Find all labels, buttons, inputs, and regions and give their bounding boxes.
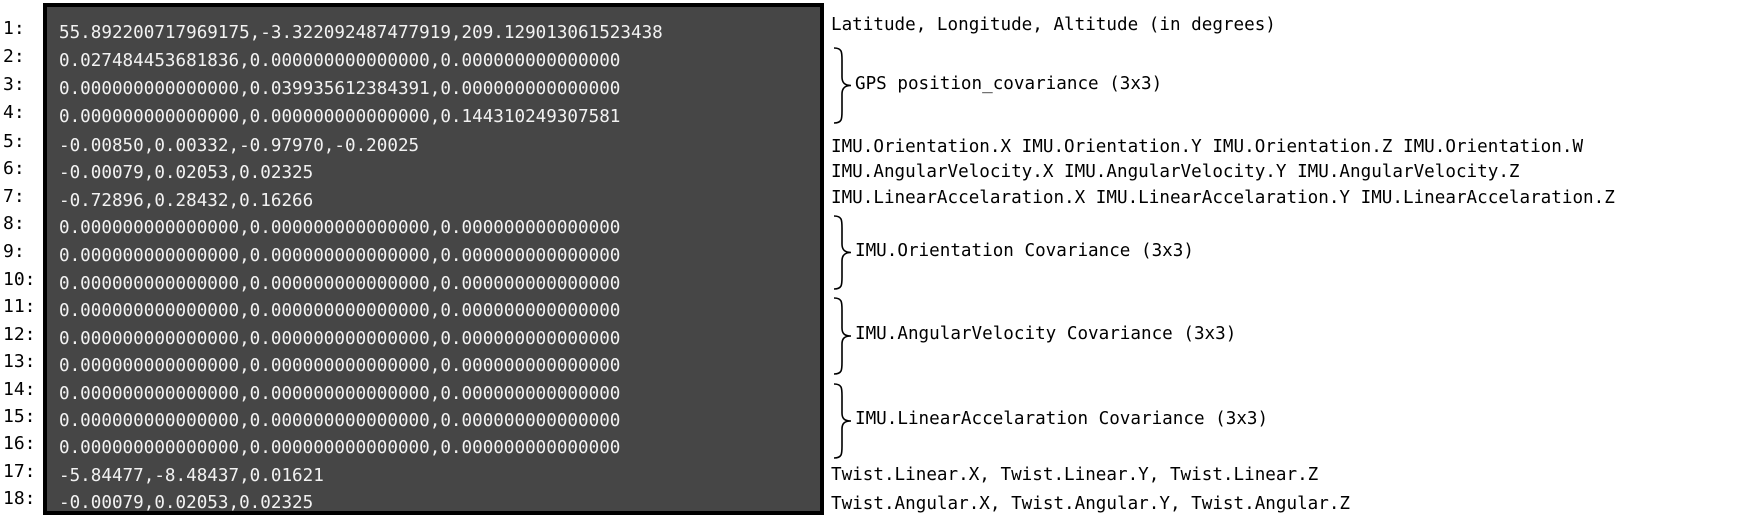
line-number: 1: — [3, 18, 25, 39]
orientation-covariance-brace-icon — [832, 214, 854, 291]
line-number: 3: — [3, 74, 25, 95]
line-number: 7: — [3, 186, 25, 207]
annotation-imu-orientation-covariance: IMU.Orientation Covariance (3x3) — [855, 241, 1194, 261]
angular-velocity-covariance-brace-icon — [832, 296, 854, 376]
annotation-twist-angular: Twist.Angular.X, Twist.Angular.Y, Twist.… — [831, 494, 1351, 514]
annotation-imu-linear-acceleration: IMU.LinearAccelaration.X IMU.LinearAccel… — [831, 188, 1615, 208]
line-number: 4: — [3, 102, 25, 123]
data-line-orientation-covariance-row-3: 0.000000000000000,0.000000000000000,0.00… — [59, 274, 621, 294]
annotation-imu-angular-velocity-covariance: IMU.AngularVelocity Covariance (3x3) — [855, 324, 1237, 344]
annotation-imu-linear-acceleration-covariance: IMU.LinearAccelaration Covariance (3x3) — [855, 409, 1269, 429]
annotation-imu-angular-velocity: IMU.AngularVelocity.X IMU.AngularVelocit… — [831, 162, 1520, 182]
line-number: 9: — [3, 241, 25, 262]
data-line-gps-covariance-row-3: 0.000000000000000,0.000000000000000,0.14… — [59, 107, 621, 127]
line-number: 8: — [3, 213, 25, 234]
line-number: 2: — [3, 46, 25, 67]
line-number: 5: — [3, 131, 25, 152]
data-line-imu-angular-velocity: -0.00079,0.02053,0.02325 — [59, 163, 314, 183]
annotation-imu-orientation: IMU.Orientation.X IMU.Orientation.Y IMU.… — [831, 137, 1584, 157]
data-line-twist-angular: -0.00079,0.02053,0.02325 — [59, 493, 314, 513]
line-number: 13: — [3, 351, 36, 372]
data-line-angular-velocity-covariance-row-1: 0.000000000000000,0.000000000000000,0.00… — [59, 301, 621, 321]
data-line-angular-velocity-covariance-row-2: 0.000000000000000,0.000000000000000,0.00… — [59, 329, 621, 349]
annotation-lat-lon-alt: Latitude, Longitude, Altitude (in degree… — [831, 15, 1276, 35]
data-line-gps-covariance-row-1: 0.027484453681836,0.000000000000000,0.00… — [59, 51, 621, 71]
data-line-twist-linear: -5.84477,-8.48437,0.01621 — [59, 466, 324, 486]
line-number: 6: — [3, 158, 25, 179]
line-number: 17: — [3, 461, 36, 482]
line-number: 12: — [3, 324, 36, 345]
line-number: 16: — [3, 433, 36, 454]
data-line-angular-velocity-covariance-row-3: 0.000000000000000,0.000000000000000,0.00… — [59, 356, 621, 376]
line-number: 18: — [3, 488, 36, 509]
data-line-orientation-covariance-row-1: 0.000000000000000,0.000000000000000,0.00… — [59, 218, 621, 238]
data-line-linear-acceleration-covariance-row-1: 0.000000000000000,0.000000000000000,0.00… — [59, 384, 621, 404]
line-number: 10: — [3, 269, 36, 290]
linear-acceleration-covariance-brace-icon — [832, 382, 854, 460]
line-number: 15: — [3, 406, 36, 427]
annotation-twist-linear: Twist.Linear.X, Twist.Linear.Y, Twist.Li… — [831, 465, 1319, 485]
line-number: 11: — [3, 296, 36, 317]
data-panel: 55.892200717969175,-3.322092487477919,20… — [43, 3, 824, 515]
data-line-orientation-covariance-row-2: 0.000000000000000,0.000000000000000,0.00… — [59, 246, 621, 266]
data-line-gps-covariance-row-2: 0.000000000000000,0.039935612384391,0.00… — [59, 79, 621, 99]
line-number: 14: — [3, 379, 36, 400]
gps-covariance-brace-icon — [832, 46, 854, 125]
data-line-imu-linear-acceleration: -0.72896,0.28432,0.16266 — [59, 191, 314, 211]
data-line-linear-acceleration-covariance-row-3: 0.000000000000000,0.000000000000000,0.00… — [59, 438, 621, 458]
data-line-linear-acceleration-covariance-row-2: 0.000000000000000,0.000000000000000,0.00… — [59, 411, 621, 431]
data-line-lat-lon-alt: 55.892200717969175,-3.322092487477919,20… — [59, 23, 663, 43]
data-line-imu-orientation: -0.00850,0.00332,-0.97970,-0.20025 — [59, 136, 420, 156]
annotation-gps-covariance: GPS position_covariance (3x3) — [855, 74, 1163, 94]
